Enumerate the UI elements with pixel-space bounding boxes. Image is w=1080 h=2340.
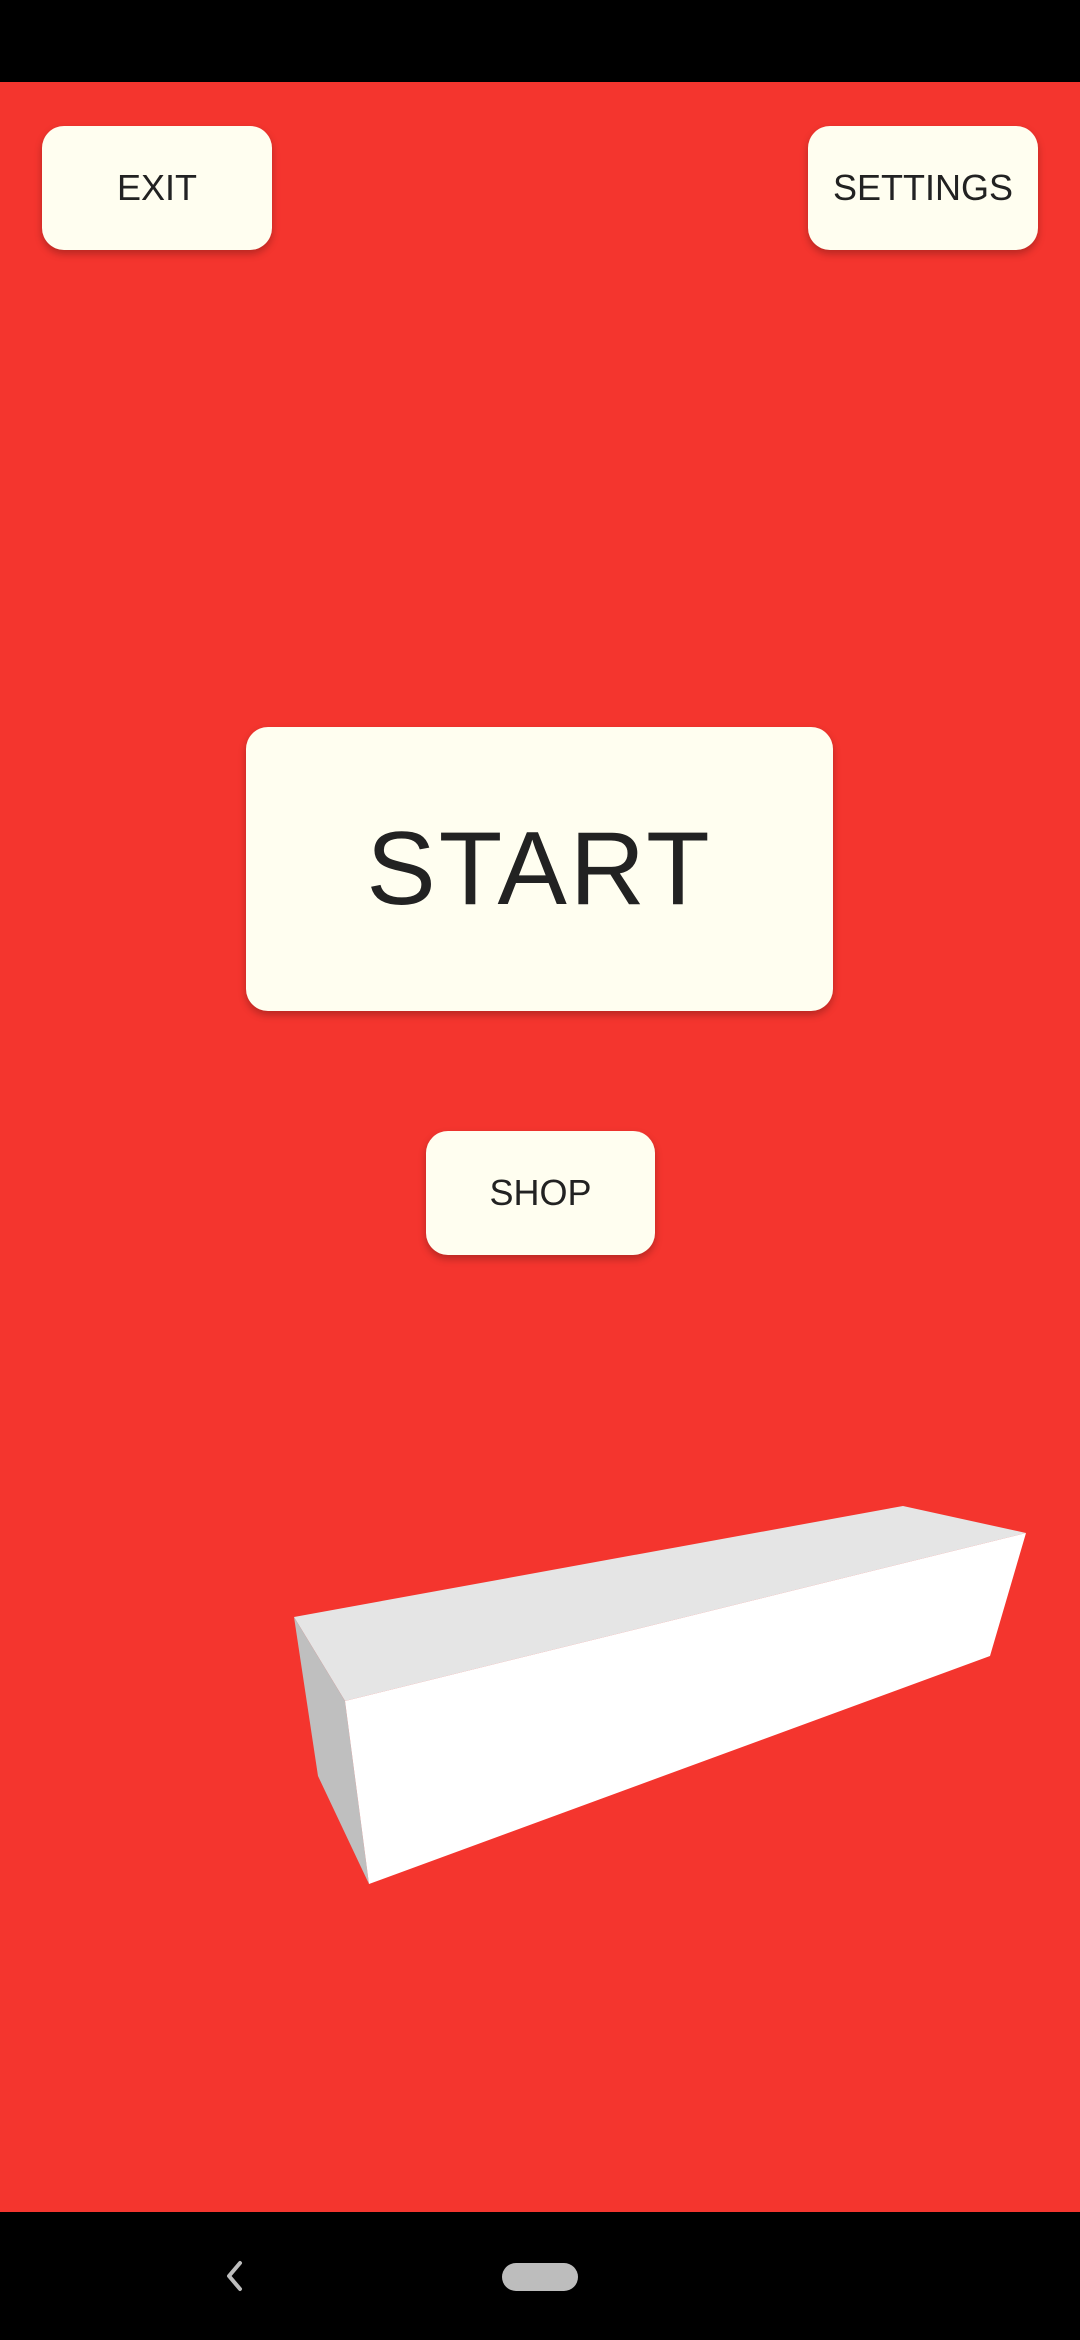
shop-button[interactable]: SHOP xyxy=(426,1131,655,1255)
status-bar xyxy=(0,0,1080,82)
start-button[interactable]: START xyxy=(246,727,833,1011)
exit-button-label: EXIT xyxy=(116,167,197,208)
settings-button[interactable]: SETTINGS xyxy=(808,126,1038,250)
chevron-left-icon xyxy=(227,2261,242,2291)
start-button-label: START xyxy=(366,810,713,927)
home-pill-icon[interactable] xyxy=(502,2263,578,2291)
shop-button-label: SHOP xyxy=(489,1172,592,1213)
settings-button-label: SETTINGS xyxy=(832,167,1014,208)
exit-button[interactable]: EXIT xyxy=(42,126,272,250)
back-button[interactable] xyxy=(214,2250,254,2302)
